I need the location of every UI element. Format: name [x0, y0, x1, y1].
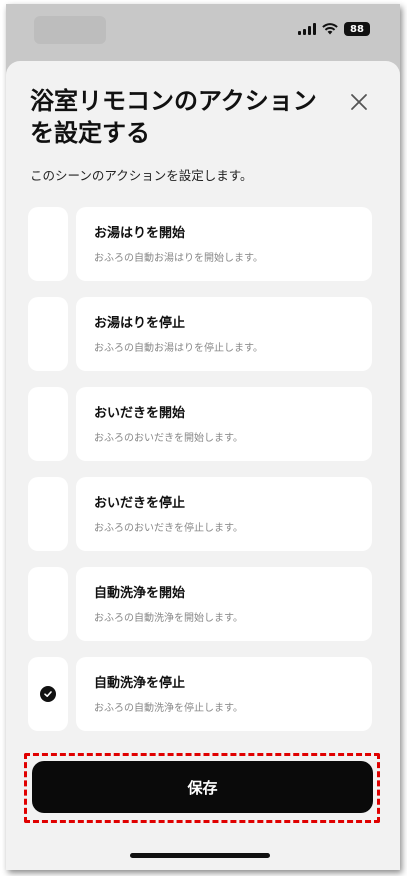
action-description: おふろの自動洗浄を停止します。: [94, 703, 243, 714]
home-indicator: [130, 853, 270, 858]
action-checkbox[interactable]: [28, 477, 68, 551]
action-item-start-auto-clean[interactable]: 自動洗浄を開始 おふろの自動洗浄を開始します。: [28, 567, 372, 641]
action-card[interactable]: お湯はりを開始 おふろの自動お湯はりを開始します。: [76, 207, 372, 281]
action-sheet: 浴室リモコンのアクションを設定する このシーンのアクションを設定します。 お湯は…: [6, 61, 400, 870]
action-item-stop-reheat[interactable]: おいだきを停止 おふろのおいだきを停止します。: [28, 477, 372, 551]
sheet-description: このシーンのアクションを設定します。: [30, 168, 253, 183]
status-time-blurred: [34, 16, 106, 44]
signal-icon: [298, 23, 316, 35]
action-description: おふろの自動お湯はりを開始します。: [94, 253, 263, 264]
checkmark-icon: [40, 686, 56, 702]
status-bar: 88: [6, 4, 400, 60]
action-card[interactable]: おいだきを停止 おふろのおいだきを停止します。: [76, 477, 372, 551]
close-button[interactable]: [348, 91, 370, 113]
action-description: おふろのおいだきを停止します。: [94, 523, 243, 534]
battery-icon: 88: [344, 22, 370, 36]
action-card[interactable]: 自動洗浄を開始 おふろの自動洗浄を開始します。: [76, 567, 372, 641]
action-label: おいだきを停止: [94, 496, 186, 511]
action-checkbox[interactable]: [28, 387, 68, 461]
sheet-title: 浴室リモコンのアクションを設定する: [30, 87, 317, 147]
action-label: 自動洗浄を停止: [94, 676, 186, 691]
action-label: お湯はりを開始: [94, 226, 186, 241]
action-item-start-reheat[interactable]: おいだきを開始 おふろのおいだきを開始します。: [28, 387, 372, 461]
wifi-icon: [322, 23, 338, 35]
phone-screen: 88 浴室リモコンのアクションを設定する このシーンのアクションを設定します。 …: [6, 4, 400, 870]
save-button[interactable]: 保存: [32, 761, 373, 813]
action-description: おふろの自動お湯はりを停止します。: [94, 343, 263, 354]
action-card[interactable]: 自動洗浄を停止 おふろの自動洗浄を停止します。: [76, 657, 372, 731]
close-icon: [351, 94, 367, 110]
action-checkbox[interactable]: [28, 567, 68, 641]
action-checkbox-selected[interactable]: [28, 657, 68, 731]
action-label: おいだきを開始: [94, 406, 186, 421]
action-label: 自動洗浄を開始: [94, 586, 186, 601]
action-description: おふろの自動洗浄を開始します。: [94, 613, 243, 624]
status-icons: 88: [298, 22, 370, 36]
action-list: お湯はりを開始 おふろの自動お湯はりを開始します。 お湯はりを停止 おふろの自動…: [28, 207, 372, 747]
action-checkbox[interactable]: [28, 207, 68, 281]
action-card[interactable]: おいだきを開始 おふろのおいだきを開始します。: [76, 387, 372, 461]
action-description: おふろのおいだきを開始します。: [94, 433, 243, 444]
action-item-stop-filling[interactable]: お湯はりを停止 おふろの自動お湯はりを停止します。: [28, 297, 372, 371]
action-item-stop-auto-clean[interactable]: 自動洗浄を停止 おふろの自動洗浄を停止します。: [28, 657, 372, 731]
action-item-start-filling[interactable]: お湯はりを開始 おふろの自動お湯はりを開始します。: [28, 207, 372, 281]
action-card[interactable]: お湯はりを停止 おふろの自動お湯はりを停止します。: [76, 297, 372, 371]
action-checkbox[interactable]: [28, 297, 68, 371]
action-label: お湯はりを停止: [94, 316, 186, 331]
